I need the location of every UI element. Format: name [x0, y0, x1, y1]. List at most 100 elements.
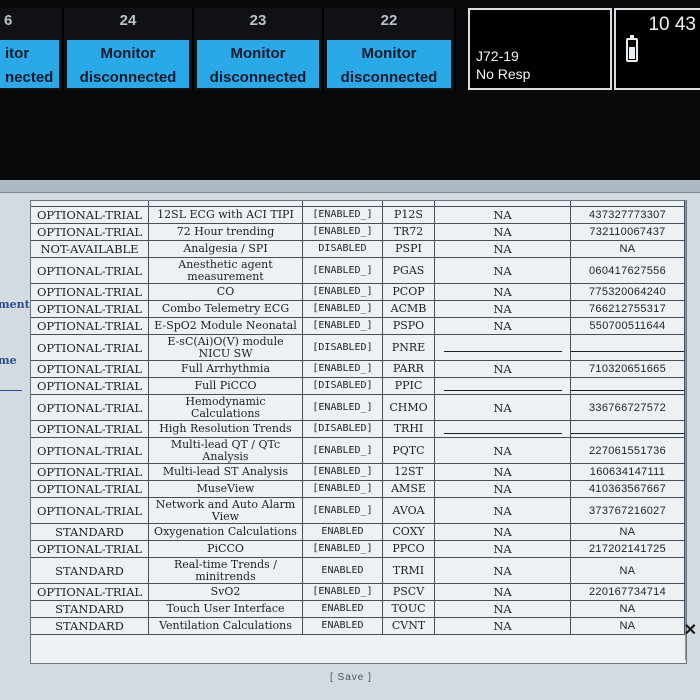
option-key: 220167734714	[571, 584, 685, 600]
option-code: P12S	[383, 207, 435, 223]
option-key	[571, 335, 685, 360]
option-key: 437327773307	[571, 207, 685, 223]
option-code: PCOP	[383, 284, 435, 300]
option-state[interactable]: ENABLED	[303, 601, 383, 617]
table-row[interactable]: OPTIONAL-TRIAL Network and Auto Alarm Vie…	[31, 498, 686, 524]
option-state[interactable]: [ENABLED_]	[303, 541, 383, 557]
table-row[interactable]: NOT-AVAILABLE Analgesia / SPI DISABLED PSPI…	[31, 241, 686, 258]
empty-entry-line	[443, 432, 562, 434]
option-state[interactable]: [ENABLED_]	[303, 395, 383, 420]
option-state[interactable]: [ENABLED_]	[303, 498, 383, 523]
option-code: PQTC	[383, 438, 435, 463]
option-name: Anesthetic agent measurement	[149, 258, 303, 283]
option-code: CVNT	[383, 618, 435, 634]
bed-tile-22[interactable]: 22 Monitor disconnected	[324, 8, 456, 90]
option-name: Full Arrhythmia	[149, 361, 303, 377]
bed-tile-6[interactable]: 6 itor nected	[0, 8, 64, 90]
option-code: CHMO	[383, 395, 435, 420]
option-state[interactable]: [DISABLED]	[303, 335, 383, 360]
table-row[interactable]: OPTIONAL-TRIAL Multi-lead QT / QTc Analys…	[31, 438, 686, 464]
option-status: OPTIONAL-TRIAL	[31, 361, 149, 377]
option-key: NA	[571, 524, 685, 540]
table-row[interactable]: OPTIONAL-TRIAL Combo Telemetry ECG [ENABLE…	[31, 301, 686, 318]
option-state[interactable]: ENABLED	[303, 618, 383, 634]
option-name: MuseView	[149, 481, 303, 497]
vertical-scrollbar[interactable]	[685, 200, 696, 660]
table-row[interactable]: OPTIONAL-TRIAL 12SL ECG with ACI TIPI [ENA…	[31, 207, 686, 224]
option-state[interactable]: [ENABLED_]	[303, 301, 383, 317]
option-status: STANDARD	[31, 524, 149, 540]
option-state[interactable]: [ENABLED_]	[303, 464, 383, 480]
option-status: OPTIONAL-TRIAL	[31, 498, 149, 523]
bed-tile-24[interactable]: 24 Monitor disconnected	[64, 8, 194, 90]
bed-status-panel[interactable]: Monitor disconnected	[327, 40, 451, 88]
save-button[interactable]: [ Save ]	[330, 672, 372, 683]
option-state[interactable]: [ENABLED_]	[303, 438, 383, 463]
option-na	[435, 335, 571, 360]
bed-number: 24	[119, 12, 137, 29]
table-row[interactable]: OPTIONAL-TRIAL Hemodynamic Calculations [E…	[31, 395, 686, 421]
table-row[interactable]: OPTIONAL-TRIAL Full Arrhythmia [ENABLED_] P…	[31, 361, 686, 378]
alarm-message-box[interactable]: J72-19 No Resp	[468, 8, 612, 90]
table-row[interactable]: OPTIONAL-TRIAL Multi-lead ST Analysis [ENA…	[31, 464, 686, 481]
empty-entry-line	[571, 351, 684, 352]
table-row[interactable]: OPTIONAL-TRIAL E-SpO2 Module Neonatal [ENA…	[31, 318, 686, 335]
option-na	[435, 421, 571, 437]
table-row[interactable]: OPTIONAL-TRIAL 72 Hour trending [ENABLED_]…	[31, 224, 686, 241]
option-state[interactable]: [ENABLED_]	[303, 284, 383, 300]
table-row[interactable]: STANDARD Touch User Interface ENABLED TOUC N…	[31, 601, 686, 618]
bed-status-panel[interactable]: Monitor disconnected	[67, 40, 189, 88]
table-row[interactable]: STANDARD Oxygenation Calculations ENABLED C…	[31, 524, 686, 541]
option-na: NA	[435, 541, 571, 557]
option-state[interactable]: [ENABLED_]	[303, 258, 383, 283]
option-key: 373767216027	[571, 498, 685, 523]
option-status: OPTIONAL-TRIAL	[31, 258, 149, 283]
table-row[interactable]: OPTIONAL-TRIAL MuseView [ENABLED_] AMSE NA 41…	[31, 481, 686, 498]
option-status: OPTIONAL-TRIAL	[31, 284, 149, 300]
option-state[interactable]: [ENABLED_]	[303, 318, 383, 334]
close-icon[interactable]: ✕	[684, 620, 697, 640]
option-code: PNRE	[383, 335, 435, 360]
option-state[interactable]: [ENABLED_]	[303, 481, 383, 497]
table-row[interactable]: OPTIONAL-TRIAL Full PiCCO [DISABLED] PPIC	[31, 378, 686, 395]
option-name: High Resolution Trends	[149, 421, 303, 437]
option-na: NA	[435, 318, 571, 334]
table-row[interactable]: OPTIONAL-TRIAL High Resolution Trends [DIS…	[31, 421, 686, 438]
bed-tile-23[interactable]: 23 Monitor disconnected	[194, 8, 324, 90]
options-table: OPTIONAL-TRIAL 12SL ECG with ACI TIPI [ENA…	[30, 200, 687, 664]
option-state[interactable]: [ENABLED_]	[303, 224, 383, 240]
option-name: Real-time Trends / minitrends	[149, 558, 303, 583]
option-state[interactable]: DISABLED	[303, 241, 383, 257]
option-state[interactable]: [ENABLED_]	[303, 207, 383, 223]
bed-status-panel[interactable]: itor nected	[0, 40, 59, 88]
table-row[interactable]: OPTIONAL-TRIAL SvO2 [ENABLED_] PSCV NA 220167…	[31, 584, 686, 601]
option-name: CO	[149, 284, 303, 300]
empty-entry-line	[443, 389, 562, 391]
bed-number: 6	[4, 12, 13, 29]
option-state[interactable]: [DISABLED]	[303, 378, 383, 394]
option-state[interactable]: ENABLED	[303, 558, 383, 583]
option-status: OPTIONAL-TRIAL	[31, 395, 149, 420]
side-nav-item[interactable]: me	[0, 354, 17, 367]
option-key: 710320651665	[571, 361, 685, 377]
table-row[interactable]: OPTIONAL-TRIAL Anesthetic agent measureme…	[31, 258, 686, 284]
table-row[interactable]: OPTIONAL-TRIAL CO [ENABLED_] PCOP NA 77532006…	[31, 284, 686, 301]
table-row[interactable]: STANDARD Real-time Trends / minitrends ENA…	[31, 558, 686, 584]
option-code: AVOA	[383, 498, 435, 523]
option-code: ACMB	[383, 301, 435, 317]
option-status: OPTIONAL-TRIAL	[31, 541, 149, 557]
table-row[interactable]: STANDARD Ventilation Calculations ENABLED C…	[31, 618, 686, 635]
option-na: NA	[435, 284, 571, 300]
option-name: 12SL ECG with ACI TIPI	[149, 207, 303, 223]
option-state[interactable]: [DISABLED]	[303, 421, 383, 437]
option-state[interactable]: [ENABLED_]	[303, 584, 383, 600]
option-code: TOUC	[383, 601, 435, 617]
table-row[interactable]: OPTIONAL-TRIAL E-sC(Ai)O(V) module NICU S…	[31, 335, 686, 361]
side-nav-item[interactable]: ment	[0, 298, 30, 311]
bed-status-panel[interactable]: Monitor disconnected	[197, 40, 319, 88]
table-row[interactable]: OPTIONAL-TRIAL PiCCO [ENABLED_] PPCO NA 21720…	[31, 541, 686, 558]
option-state[interactable]: [ENABLED_]	[303, 361, 383, 377]
option-state[interactable]: ENABLED	[303, 524, 383, 540]
option-code: PSPI	[383, 241, 435, 257]
option-key: 060417627556	[571, 258, 685, 283]
